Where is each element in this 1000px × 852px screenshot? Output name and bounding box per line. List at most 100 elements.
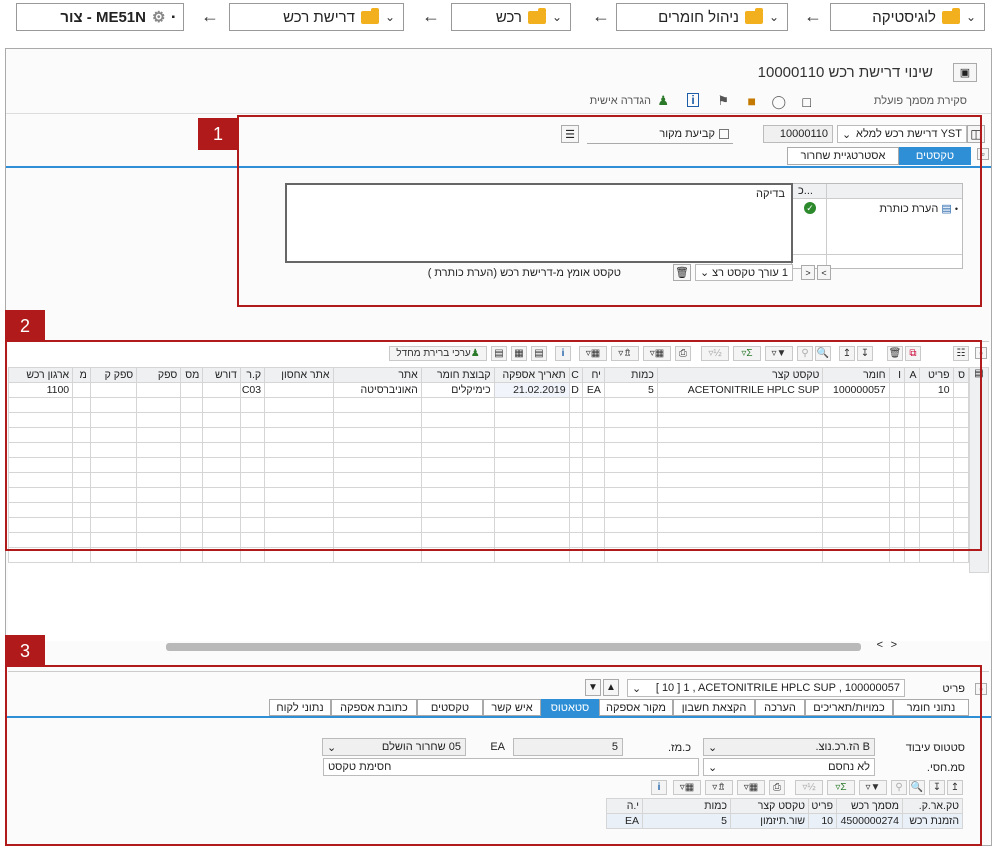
table-cell[interactable] (919, 517, 954, 533)
table-cell[interactable]: 100000057 (822, 382, 890, 398)
text-editor-select[interactable]: 1 עורך טקסט רצ ⌄ (695, 264, 793, 281)
table-cell[interactable] (904, 412, 921, 428)
grid-asc-button[interactable]: ↧ (857, 346, 873, 361)
grid-delete-button[interactable]: 🗑 (887, 346, 903, 361)
detail-tab[interactable]: טקסטים (417, 699, 483, 716)
column-header[interactable]: ספק ק (89, 367, 138, 383)
column-header[interactable]: יח (581, 367, 605, 383)
table-cell[interactable] (919, 547, 954, 563)
table-cell[interactable] (264, 412, 334, 428)
table-cell[interactable] (568, 487, 583, 503)
table-cell[interactable] (904, 472, 921, 488)
grid-details-button[interactable]: ☷ (953, 346, 969, 361)
table-cell[interactable]: האוניברסיטה (332, 382, 422, 398)
table-cell[interactable] (239, 442, 266, 458)
table-cell[interactable] (888, 457, 906, 473)
table-cell[interactable] (888, 532, 906, 548)
table-cell[interactable] (136, 412, 182, 428)
table-cell[interactable] (952, 412, 970, 428)
previous-item-button[interactable]: ▲ (603, 679, 619, 696)
po-table-cell[interactable]: הזמנת רכש (902, 813, 963, 829)
table-cell[interactable] (952, 517, 970, 533)
grid-find-button[interactable]: 🔍 (815, 346, 831, 361)
po-table-cell[interactable]: EA (606, 813, 643, 829)
table-cell[interactable] (888, 382, 906, 398)
table-cell[interactable] (656, 517, 824, 533)
table-cell[interactable] (332, 457, 422, 473)
table-cell[interactable] (904, 517, 921, 533)
table-cell[interactable] (603, 442, 658, 458)
table-cell[interactable] (904, 502, 921, 518)
table-cell[interactable] (493, 472, 570, 488)
po-desc-button[interactable]: ↧ (929, 780, 945, 795)
table-cell[interactable] (568, 547, 583, 563)
table-cell[interactable] (239, 427, 266, 443)
column-header[interactable]: אתר אחסון (264, 367, 334, 383)
item-select[interactable]: [ 10 ] 1 , ACETONITRILE HPLC SUP , 10000… (627, 679, 905, 697)
scroll-right-arrow[interactable]: > (877, 639, 883, 651)
table-cell[interactable] (656, 547, 824, 563)
table-cell[interactable] (264, 532, 334, 548)
table-cell[interactable] (136, 472, 182, 488)
po-column-header[interactable]: י.ה (606, 798, 643, 814)
table-cell[interactable] (202, 547, 241, 563)
table-cell[interactable] (89, 517, 138, 533)
table-cell[interactable] (89, 412, 138, 428)
breadcrumb-materials[interactable]: ⌄ ניהול חומרים (616, 3, 788, 31)
table-cell[interactable] (603, 427, 658, 443)
table-cell[interactable] (136, 487, 182, 503)
table-cell[interactable] (136, 502, 182, 518)
table-cell[interactable] (420, 517, 495, 533)
table-cell[interactable] (952, 442, 970, 458)
table-cell[interactable] (603, 397, 658, 413)
table-cell[interactable] (7, 487, 74, 503)
po-print-button[interactable]: ⎙ (769, 780, 785, 795)
table-cell[interactable] (72, 412, 91, 428)
table-cell[interactable] (72, 517, 91, 533)
table-cell[interactable] (72, 502, 91, 518)
table-cell[interactable]: 21.02.2019 (493, 382, 570, 398)
table-cell[interactable] (202, 442, 241, 458)
table-cell[interactable] (888, 397, 906, 413)
table-cell[interactable] (420, 472, 495, 488)
column-header[interactable]: כמות (603, 367, 658, 383)
column-header[interactable]: A (904, 367, 921, 383)
table-cell[interactable] (919, 532, 954, 548)
table-cell[interactable] (581, 397, 605, 413)
table-cell[interactable] (493, 397, 570, 413)
table-cell[interactable] (904, 487, 921, 503)
table-cell[interactable]: כימיקלים (420, 382, 495, 398)
column-header[interactable]: דורש (202, 367, 241, 383)
personal-settings-button[interactable]: הגדרה אישית (590, 95, 651, 107)
table-cell[interactable] (888, 517, 906, 533)
table-cell[interactable] (72, 457, 91, 473)
po-column-header[interactable]: טקסט קצר (730, 798, 809, 814)
processing-status-field[interactable]: B הז.רכ.נוצ. ⌄ (703, 738, 875, 756)
table-cell[interactable] (603, 502, 658, 518)
table-cell[interactable] (904, 547, 921, 563)
table-row[interactable] (7, 547, 970, 563)
table-cell[interactable] (89, 532, 138, 548)
table-cell[interactable] (136, 517, 182, 533)
table-cell[interactable] (493, 442, 570, 458)
horizontal-scrollbar[interactable] (166, 643, 861, 651)
table-cell[interactable] (264, 547, 334, 563)
table-cell[interactable] (72, 442, 91, 458)
table-cell[interactable] (904, 382, 921, 398)
grid-export-button[interactable]: ▿⇯ (611, 346, 639, 361)
table-cell[interactable] (420, 397, 495, 413)
table-cell[interactable] (656, 397, 824, 413)
table-cell[interactable] (952, 502, 970, 518)
table-cell[interactable] (603, 457, 658, 473)
table-cell[interactable] (493, 517, 570, 533)
table-cell[interactable] (202, 412, 241, 428)
close-overview-button[interactable]: סקירת מסמך פועלת (874, 95, 967, 107)
table-cell[interactable] (568, 427, 583, 443)
column-header[interactable]: ס (952, 367, 970, 383)
table-cell[interactable] (332, 427, 422, 443)
grid-subtotal-button[interactable]: ▿½ (701, 346, 729, 361)
glasses-icon[interactable]: ◯ (771, 94, 786, 110)
table-cell[interactable] (420, 442, 495, 458)
table-cell[interactable] (239, 472, 266, 488)
grid-info-button[interactable]: i (555, 346, 571, 361)
